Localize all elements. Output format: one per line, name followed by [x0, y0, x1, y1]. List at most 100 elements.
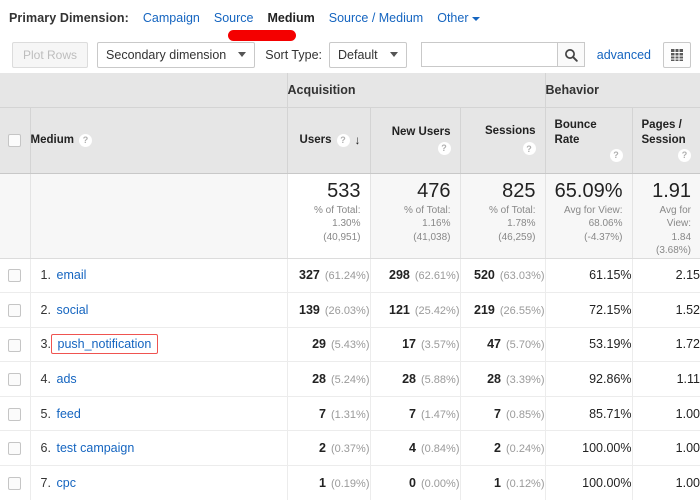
search-button[interactable] [556, 42, 585, 67]
primary-dimension-source-medium[interactable]: Source / Medium [329, 11, 423, 25]
summary-bounce-rate-cell: 65.09% Avg for View: 68.06% (-4.37%) [544, 173, 633, 259]
column-header-bounce-rate[interactable]: Bounce Rate ? [544, 107, 633, 174]
search-group: advanced [420, 41, 700, 68]
row-users-value: 29 [312, 337, 326, 352]
row-users-value: 1 [319, 475, 326, 490]
row-sessions-cell: 219 (26.55%) [459, 292, 546, 328]
row-label-link[interactable]: cpc [57, 476, 76, 490]
row-users-percent: (0.19%) [330, 477, 370, 490]
column-header-bounce-rate-label: Bounce Rate [554, 119, 597, 146]
row-bounce-rate-cell: 53.19% [544, 327, 633, 363]
table-row: 2. social 139 (26.03%) 121 (25.42%) 219 (26.55%… [0, 292, 700, 328]
row-checkbox[interactable] [8, 476, 22, 490]
row-new-users-percent: (62.61%) [414, 270, 460, 283]
sort-type-select[interactable]: Default [329, 41, 407, 68]
summary-new-users-line1: % of Total: [403, 204, 451, 216]
column-header-users[interactable]: Users ? ↓ [286, 107, 370, 174]
row-dimension-cell: 2. social [29, 292, 287, 328]
help-icon[interactable]: ? [336, 133, 350, 147]
summary-pages-session-cell: 1.91 Avg for View: 1.84 (3.68%) [631, 173, 700, 259]
table-row: 7. cpc 1 (0.19%) 0 (0.00%) 1 (0.12%) 100.00% 1.00 [0, 465, 700, 500]
row-bounce-rate-cell: 72.15% [544, 292, 633, 328]
row-dimension-cell: 1. email [29, 258, 287, 294]
row-new-users-percent: (0.00%) [420, 477, 460, 490]
row-checkbox[interactable] [8, 407, 22, 421]
row-label-link[interactable]: test campaign [57, 441, 135, 455]
row-pages-session-cell: 1.52 [631, 292, 700, 328]
row-checkbox-cell [0, 292, 30, 328]
summary-pages-session-line3: (3.68%) [656, 245, 692, 256]
other-label: Other [437, 11, 469, 25]
row-sessions-percent: (63.03%) [499, 270, 545, 283]
summary-dimension-cell [29, 173, 287, 259]
secondary-dimension-select[interactable]: Secondary dimension [97, 41, 256, 68]
row-checkbox[interactable] [8, 303, 22, 317]
group-header-behavior: Behavior [544, 73, 700, 108]
row-checkbox[interactable] [8, 373, 22, 387]
primary-dimension-source[interactable]: Source [214, 11, 254, 25]
help-icon[interactable]: ? [609, 148, 623, 162]
row-users-value: 7 [319, 406, 326, 421]
help-icon[interactable]: ? [78, 133, 92, 147]
table-summary-row: 533 % of Total: 1.30% (40,951) 476 % of … [0, 173, 700, 259]
row-sessions-value: 28 [487, 372, 501, 387]
primary-dimension-other[interactable]: Other [437, 11, 481, 25]
sort-type-value: Default [338, 47, 378, 62]
row-label-link[interactable]: email [57, 268, 87, 282]
chevron-down-icon [472, 16, 481, 21]
row-bounce-rate-cell: 92.86% [544, 361, 633, 397]
row-new-users-cell: 17 (3.57%) [369, 327, 460, 363]
table-row: 3. push_notification 29 (5.43%) 17 (3.57%) 47 (… [0, 327, 700, 363]
grid-view-icon [671, 48, 683, 61]
row-checkbox[interactable] [8, 338, 22, 352]
row-index: 7. [40, 475, 51, 490]
row-label-link[interactable]: ads [57, 372, 77, 386]
row-index: 6. [40, 441, 51, 456]
column-header-new-users[interactable]: New Users ? [369, 107, 460, 174]
row-users-cell: 7 (1.31%) [286, 396, 370, 432]
summary-pages-session-line1: Avg for View: [659, 204, 692, 230]
row-index: 2. [40, 302, 51, 317]
row-index: 5. [40, 406, 51, 421]
row-users-percent: (0.37%) [330, 443, 370, 456]
row-users-cell: 29 (5.43%) [286, 327, 370, 363]
column-header-users-label: Users [299, 134, 332, 146]
row-label-link[interactable]: push_notification [58, 337, 152, 351]
row-sessions-cell: 47 (5.70%) [459, 327, 546, 363]
row-users-value: 2 [319, 441, 326, 456]
grid-view-button[interactable] [663, 41, 691, 68]
group-blank-cell-dimension [30, 73, 287, 108]
row-checkbox[interactable] [8, 442, 22, 456]
select-all-checkbox[interactable] [8, 133, 22, 147]
row-label-link[interactable]: feed [57, 407, 81, 421]
sort-descending-arrow-icon[interactable]: ↓ [355, 134, 361, 146]
plot-rows-button[interactable]: Plot Rows [12, 41, 89, 68]
row-new-users-percent: (3.57%) [420, 339, 460, 352]
column-header-sessions-label: Sessions [485, 125, 536, 137]
column-header-medium[interactable]: Medium ? [29, 107, 287, 174]
summary-sessions-line3: (46,259) [498, 231, 536, 243]
row-checkbox[interactable] [8, 269, 22, 283]
group-header-acquisition: Acquisition [286, 73, 546, 108]
row-users-value: 327 [299, 268, 320, 283]
search-icon [564, 48, 578, 62]
row-sessions-cell: 28 (3.39%) [459, 361, 546, 397]
help-icon[interactable]: ? [678, 148, 692, 162]
help-icon[interactable]: ? [437, 141, 451, 155]
column-header-sessions[interactable]: Sessions ? [459, 107, 546, 174]
table-row: 5. feed 7 (1.31%) 7 (1.47%) 7 (0.85%) 85.71% 1.00 [0, 396, 700, 432]
help-icon[interactable]: ? [522, 142, 536, 155]
row-bounce-rate-cell: 85.71% [544, 396, 633, 432]
row-label-link[interactable]: social [57, 303, 89, 317]
column-header-pages-session[interactable]: Pages / Session ? [631, 107, 700, 174]
primary-dimension-medium[interactable]: Medium [268, 11, 315, 25]
summary-users-line1: % of Total: [313, 204, 361, 216]
summary-sessions-line2: 1.78% [507, 218, 536, 229]
primary-dimension-label: Primary Dimension: [9, 11, 129, 25]
primary-dimension-campaign[interactable]: Campaign [143, 11, 200, 25]
row-dimension-cell: 3. push_notification [29, 327, 287, 363]
row-highlight-box: push_notification [50, 334, 159, 355]
search-input[interactable] [420, 42, 557, 67]
row-bounce-rate-cell: 100.00% [544, 465, 633, 500]
advanced-link[interactable]: advanced [597, 48, 651, 62]
